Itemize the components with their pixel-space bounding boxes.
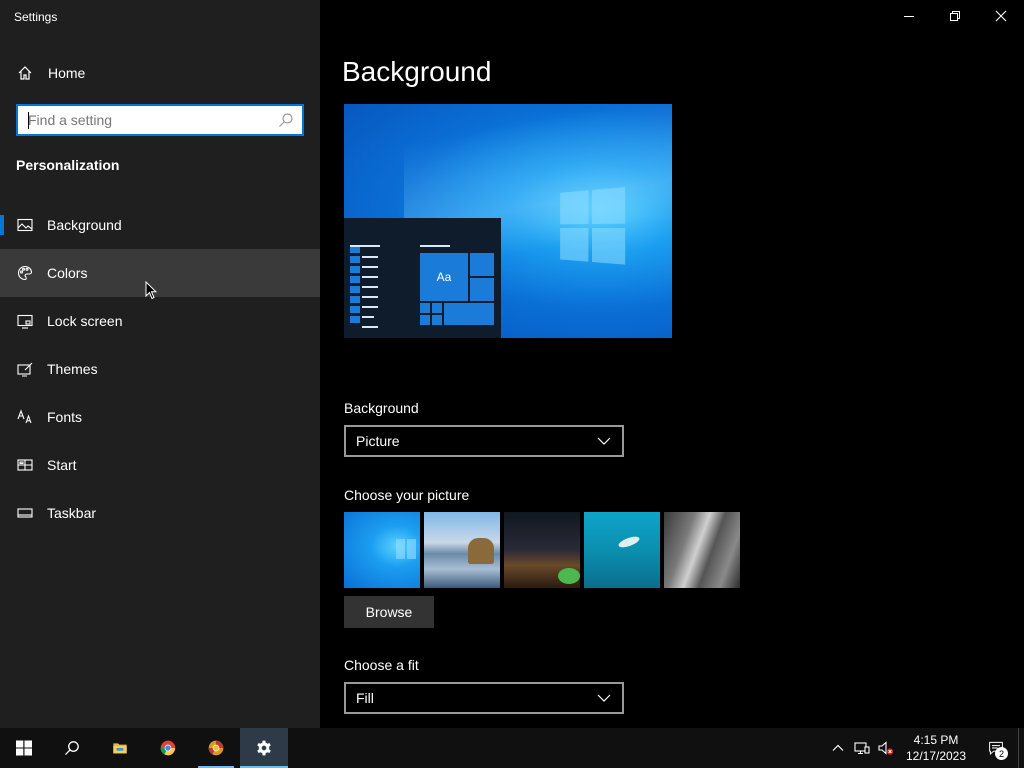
background-label: Background (344, 400, 419, 416)
windows-logo-icon (560, 187, 629, 270)
picture-thumbnail[interactable] (504, 512, 580, 588)
search-input[interactable] (28, 112, 278, 128)
search-icon[interactable] (278, 112, 294, 128)
fit-dropdown[interactable]: Fill (344, 682, 624, 714)
fit-label: Choose a fit (344, 657, 419, 673)
sidebar-item-label: Themes (47, 361, 98, 377)
sidebar: Settings Home Personalization Background… (0, 0, 320, 728)
settings-taskbar-button[interactable] (240, 728, 288, 768)
picture-thumbnail[interactable] (424, 512, 500, 588)
picture-thumbnail[interactable] (664, 512, 740, 588)
restore-button[interactable] (932, 0, 978, 32)
taskbar: 4:15 PM 12/17/2023 2 (0, 728, 1024, 768)
background-dropdown-value: Picture (356, 433, 400, 449)
start-menu-mockup: Aa (344, 218, 501, 338)
mouse-cursor-icon (145, 280, 158, 300)
picture-thumbnail[interactable] (344, 512, 420, 588)
sidebar-item-label: Fonts (47, 409, 83, 425)
sidebar-item-background[interactable]: Background (0, 201, 320, 249)
windows-start-icon (16, 740, 32, 756)
show-hidden-icons-button[interactable] (826, 728, 850, 768)
clock-time: 4:15 PM (913, 733, 959, 747)
taskbar-search-button[interactable] (48, 728, 96, 768)
sidebar-nav: Background Colors Lock screen Themes Fon… (0, 201, 320, 537)
close-button[interactable] (978, 0, 1024, 32)
file-explorer-icon (108, 736, 132, 760)
network-button[interactable] (850, 728, 874, 768)
text-caret (28, 112, 29, 129)
chrome-icon (156, 736, 180, 760)
chrome-canary-button[interactable] (192, 728, 240, 768)
fonts-icon (17, 409, 33, 425)
system-tray: 4:15 PM 12/17/2023 2 (826, 728, 1024, 768)
search-icon (61, 737, 83, 759)
main-content: Background Aa Background Picture Choose … (320, 0, 1024, 728)
show-desktop-button[interactable] (1018, 728, 1024, 768)
sidebar-item-taskbar[interactable]: Taskbar (0, 489, 320, 537)
preview-tile-label: Aa (419, 252, 469, 302)
restore-icon (947, 8, 963, 24)
action-center-button[interactable]: 2 (974, 728, 1018, 768)
notification-count-badge: 2 (995, 747, 1008, 760)
file-explorer-button[interactable] (96, 728, 144, 768)
page-title: Background (342, 56, 492, 87)
sidebar-item-lock-screen[interactable]: Lock screen (0, 297, 320, 345)
start-mock-tiles: Aa (419, 252, 495, 338)
home-label: Home (48, 65, 86, 81)
taskbar-icon (17, 505, 33, 521)
search-box[interactable] (16, 104, 304, 136)
picture-thumbnails (344, 512, 740, 588)
sidebar-item-label: Background (47, 217, 122, 233)
start-button[interactable] (0, 728, 48, 768)
close-icon (993, 8, 1009, 24)
section-title: Personalization (16, 157, 120, 173)
start-mock-icons (350, 246, 360, 326)
themes-icon (17, 361, 33, 377)
sidebar-item-themes[interactable]: Themes (0, 345, 320, 393)
minimize-button[interactable] (886, 0, 932, 32)
chevron-down-icon (596, 433, 612, 449)
chevron-up-icon (830, 740, 846, 756)
start-icon (17, 457, 33, 473)
picture-thumbnail[interactable] (584, 512, 660, 588)
home-nav-item[interactable]: Home (0, 54, 320, 92)
taskbar-clock[interactable]: 4:15 PM 12/17/2023 (898, 732, 974, 764)
picture-icon (17, 217, 33, 233)
app-title: Settings (14, 10, 58, 24)
choose-picture-label: Choose your picture (344, 487, 470, 503)
chrome-button[interactable] (144, 728, 192, 768)
window-controls (886, 0, 1024, 32)
home-icon (17, 65, 33, 81)
volume-button[interactable] (874, 728, 898, 768)
palette-icon (17, 265, 33, 281)
background-dropdown[interactable]: Picture (344, 425, 624, 457)
clock-date: 12/17/2023 (905, 749, 967, 763)
fit-dropdown-value: Fill (356, 690, 374, 706)
sidebar-item-start[interactable]: Start (0, 441, 320, 489)
minimize-icon (901, 8, 917, 24)
network-icon (854, 740, 870, 756)
background-preview: Aa (344, 104, 672, 338)
sidebar-item-fonts[interactable]: Fonts (0, 393, 320, 441)
sidebar-item-colors[interactable]: Colors (0, 249, 320, 297)
sidebar-item-label: Taskbar (47, 505, 97, 521)
sidebar-item-label: Colors (47, 265, 88, 281)
browse-button[interactable]: Browse (344, 596, 434, 628)
chrome-canary-icon (204, 736, 228, 760)
volume-muted-icon (878, 740, 894, 756)
sidebar-item-label: Start (47, 457, 77, 473)
chevron-down-icon (596, 690, 612, 706)
settings-gear-icon (253, 737, 275, 759)
sidebar-item-label: Lock screen (47, 313, 123, 329)
lock-screen-icon (17, 313, 33, 329)
